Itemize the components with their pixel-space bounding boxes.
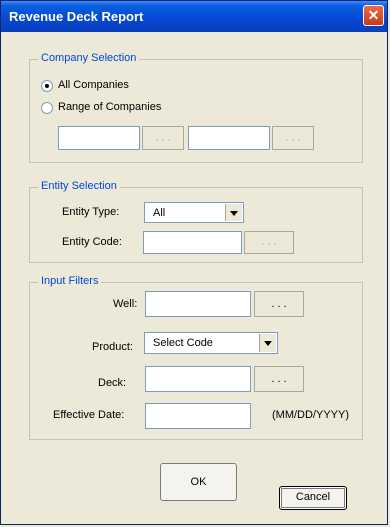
company-to-browse-button[interactable]: . . . [272, 126, 314, 150]
effective-date-input[interactable] [145, 403, 251, 429]
company-selection-legend: Company Selection [38, 52, 140, 64]
company-from-browse-button[interactable]: . . . [142, 126, 184, 150]
effective-date-label: Effective Date: [53, 409, 125, 421]
range-of-companies-radio[interactable] [41, 102, 53, 114]
date-format-hint: (MM/DD/YYYY) [272, 409, 349, 421]
entity-type-select[interactable]: All [144, 202, 244, 223]
dialog-window: Revenue Deck Report ✕ Company Selection … [0, 0, 388, 525]
all-companies-radio[interactable] [41, 80, 53, 92]
entity-type-label: Entity Type: [62, 206, 120, 218]
well-input[interactable] [145, 291, 251, 317]
well-browse-button[interactable]: . . . [254, 291, 304, 317]
all-companies-label: All Companies [58, 79, 129, 91]
chevron-down-icon[interactable] [259, 334, 276, 352]
deck-browse-button[interactable]: . . . [254, 366, 304, 392]
company-from-input[interactable] [58, 126, 140, 150]
well-label: Well: [113, 298, 138, 310]
range-of-companies-label: Range of Companies [58, 101, 162, 113]
chevron-down-icon[interactable] [225, 204, 242, 221]
ok-button[interactable]: OK [160, 463, 237, 501]
deck-input[interactable] [145, 366, 251, 392]
product-label: Product: [92, 341, 133, 353]
entity-type-value: All [153, 207, 166, 219]
product-select[interactable]: Select Code [144, 332, 278, 354]
deck-label: Deck: [98, 377, 127, 389]
input-filters-legend: Input Filters [38, 275, 102, 287]
entity-code-label: Entity Code: [62, 236, 122, 248]
entity-selection-legend: Entity Selection [38, 180, 120, 192]
cancel-button[interactable]: Cancel [279, 486, 347, 510]
close-icon[interactable]: ✕ [363, 5, 384, 26]
entity-code-browse-button[interactable]: . . . [244, 231, 294, 254]
product-value: Select Code [153, 337, 213, 349]
entity-code-input[interactable] [143, 231, 242, 254]
window-title: Revenue Deck Report [9, 9, 144, 24]
title-bar[interactable]: Revenue Deck Report ✕ [1, 1, 387, 32]
company-to-input[interactable] [188, 126, 270, 150]
